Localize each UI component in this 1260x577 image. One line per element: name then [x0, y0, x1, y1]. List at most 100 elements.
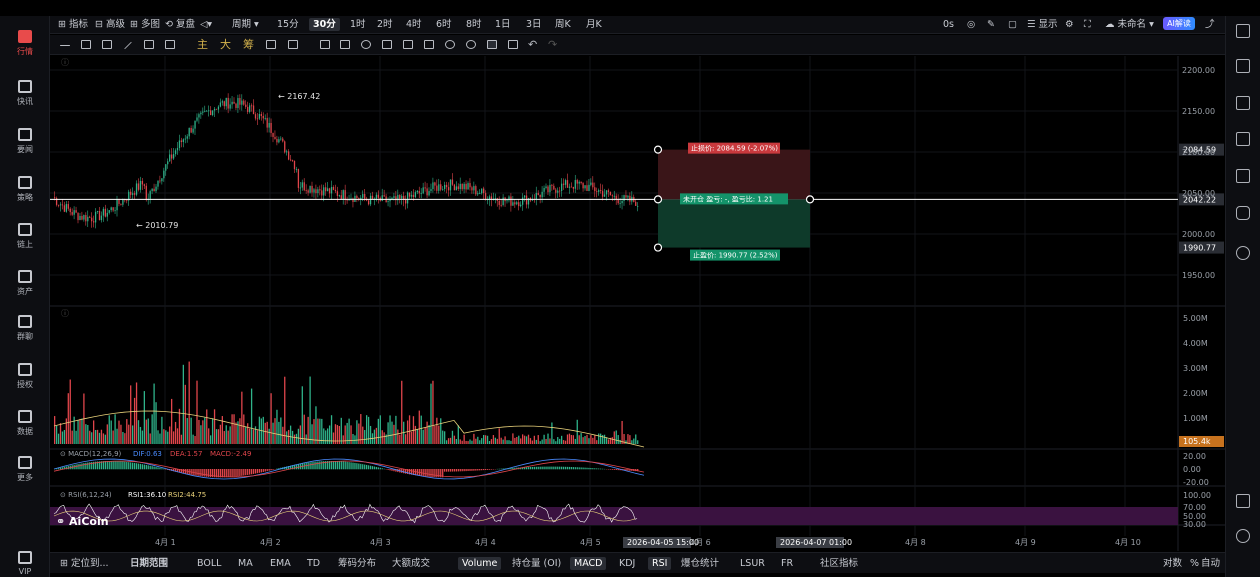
nav-item-6[interactable]: 群聊: [0, 315, 50, 355]
candle-body: [414, 192, 417, 198]
nav-item-1[interactable]: 快讯: [0, 80, 50, 120]
layout-name-dropdown[interactable]: ☁ 未命名 ▾: [1105, 18, 1154, 31]
channel-icon[interactable]: [102, 40, 112, 49]
zoom-icon[interactable]: [361, 40, 371, 49]
ray-icon[interactable]: [81, 40, 91, 49]
nav-item-4[interactable]: 链上: [0, 223, 50, 263]
period-8[interactable]: 3日: [526, 18, 542, 31]
nav-item-2[interactable]: 要闻: [0, 128, 50, 168]
pencil-icon[interactable]: ✎: [987, 18, 995, 31]
indicator-tab-4[interactable]: 筹码分布: [338, 557, 376, 570]
indicator-tab-7[interactable]: 持仓量 (OI): [512, 557, 561, 570]
indicator-tab-3[interactable]: TD: [307, 557, 320, 570]
settings-icon[interactable]: ⚙: [1065, 18, 1074, 31]
horizontal-line-icon[interactable]: [60, 45, 70, 46]
orderbook-icon[interactable]: [1236, 24, 1250, 38]
period-3[interactable]: 2时: [377, 18, 393, 31]
indicator-tab-10[interactable]: RSI: [648, 557, 672, 570]
indicator-tab-2[interactable]: EMA: [270, 557, 291, 570]
take-profit-zone: [658, 199, 810, 248]
camera-icon[interactable]: ◎: [967, 18, 975, 31]
nav-item-3[interactable]: 策略: [0, 176, 50, 216]
nav-label: 更多: [17, 473, 33, 482]
multi-chart-button[interactable]: ⊞ 多图: [130, 18, 160, 31]
watermark: ⚭ AiCoin: [56, 515, 109, 528]
trendline-icon[interactable]: [124, 41, 132, 50]
big-order-toggle[interactable]: 大: [220, 39, 231, 51]
period-1[interactable]: 30分: [309, 18, 340, 31]
candle-body: [114, 210, 116, 212]
macd-bar: [488, 469, 491, 470]
crop-icon[interactable]: [320, 40, 330, 49]
period-9[interactable]: 周K: [555, 18, 571, 31]
eye-icon[interactable]: [445, 40, 455, 49]
candle-body: [535, 193, 537, 200]
advanced-button[interactable]: ⊟ 高级: [95, 18, 125, 31]
nav-item-7[interactable]: 授权: [0, 363, 50, 403]
display-button[interactable]: ☰ 显示: [1027, 18, 1058, 31]
percent-toggle[interactable]: %: [1190, 557, 1199, 570]
sound-icon[interactable]: ◁▾: [200, 18, 212, 31]
redo-icon[interactable]: ↷: [548, 39, 557, 51]
nav-item-10[interactable]: VIP: [0, 551, 50, 577]
nav-item-9[interactable]: 更多: [0, 456, 50, 496]
period-10[interactable]: 月K: [586, 18, 602, 31]
bot-icon[interactable]: [1236, 206, 1250, 220]
alert-icon[interactable]: [288, 40, 298, 49]
period-4[interactable]: 4时: [406, 18, 422, 31]
headset-icon[interactable]: [1236, 529, 1250, 543]
image-icon[interactable]: [1236, 494, 1250, 508]
ai-interpret-button[interactable]: AI解读: [1163, 17, 1195, 30]
period-5[interactable]: 6时: [436, 18, 452, 31]
indicator-tab-1[interactable]: MA: [238, 557, 253, 570]
lock-icon[interactable]: [424, 40, 434, 49]
depth-icon[interactable]: [1236, 96, 1250, 110]
indicator-tab-8[interactable]: MACD: [570, 557, 607, 570]
undo-icon[interactable]: ↶: [528, 39, 537, 51]
macd-bar: [601, 468, 604, 470]
period-0[interactable]: 15分: [277, 18, 299, 31]
filter-icon[interactable]: [487, 40, 497, 49]
period-7[interactable]: 1日: [495, 18, 511, 31]
fib-icon[interactable]: [144, 40, 154, 49]
layout-icon[interactable]: ▢: [1008, 18, 1017, 31]
replay-button[interactable]: ⟲ 复盘: [165, 18, 195, 31]
compass-icon[interactable]: [1236, 246, 1250, 260]
volume-bar: [159, 433, 161, 444]
compare-icon[interactable]: [266, 40, 276, 49]
volume-bar: [475, 438, 477, 444]
rectangle-icon[interactable]: [165, 40, 175, 49]
eraser-icon[interactable]: [382, 40, 392, 49]
indicator-tab-0[interactable]: BOLL: [197, 557, 221, 570]
indicator-tab-12[interactable]: LSUR: [740, 557, 765, 570]
main-indicator-toggle[interactable]: 主: [197, 39, 208, 51]
indicator-tab-11[interactable]: 爆仓统计: [681, 557, 719, 570]
period-dropdown[interactable]: 周期 ▾: [232, 18, 259, 31]
auto-scale-toggle[interactable]: 自动: [1201, 557, 1220, 570]
trash-icon[interactable]: [508, 40, 518, 49]
indicator-tab-9[interactable]: KDJ: [619, 557, 635, 570]
nav-item-0[interactable]: 行情: [0, 30, 50, 70]
fullscreen-icon[interactable]: ⛶: [1084, 18, 1091, 31]
nav-item-8[interactable]: 数据: [0, 410, 50, 450]
magnet-icon[interactable]: [403, 40, 413, 49]
locate-button[interactable]: ⊞ 定位到...: [60, 557, 109, 570]
indicator-tab-13[interactable]: FR: [781, 557, 793, 570]
brush-icon[interactable]: [340, 40, 350, 49]
period-2[interactable]: 1时: [350, 18, 366, 31]
indicator-tab-6[interactable]: Volume: [458, 557, 502, 570]
date-range-button[interactable]: 日期范围: [130, 557, 168, 570]
monitor-icon[interactable]: [1236, 132, 1250, 146]
period-6[interactable]: 8时: [466, 18, 482, 31]
layers-icon[interactable]: [1236, 169, 1250, 183]
indicators-button[interactable]: ⊞ 指标: [58, 18, 88, 31]
log-scale-toggle[interactable]: 对数: [1163, 557, 1182, 570]
chart-area[interactable]: 止损价: 2084.59 (-2.07%) 未开仓 盈亏: -, 盈亏比: 1.2…: [50, 56, 1225, 551]
indicator-tab-5[interactable]: 大额成交: [392, 557, 430, 570]
indicator-tab-14[interactable]: 社区指标: [820, 557, 858, 570]
link-icon[interactable]: [466, 40, 476, 49]
nav-item-5[interactable]: 资产: [0, 270, 50, 310]
trade-icon[interactable]: [1236, 59, 1250, 73]
share-icon[interactable]: ⤴: [1205, 18, 1215, 31]
chips-toggle[interactable]: 筹: [243, 39, 254, 51]
